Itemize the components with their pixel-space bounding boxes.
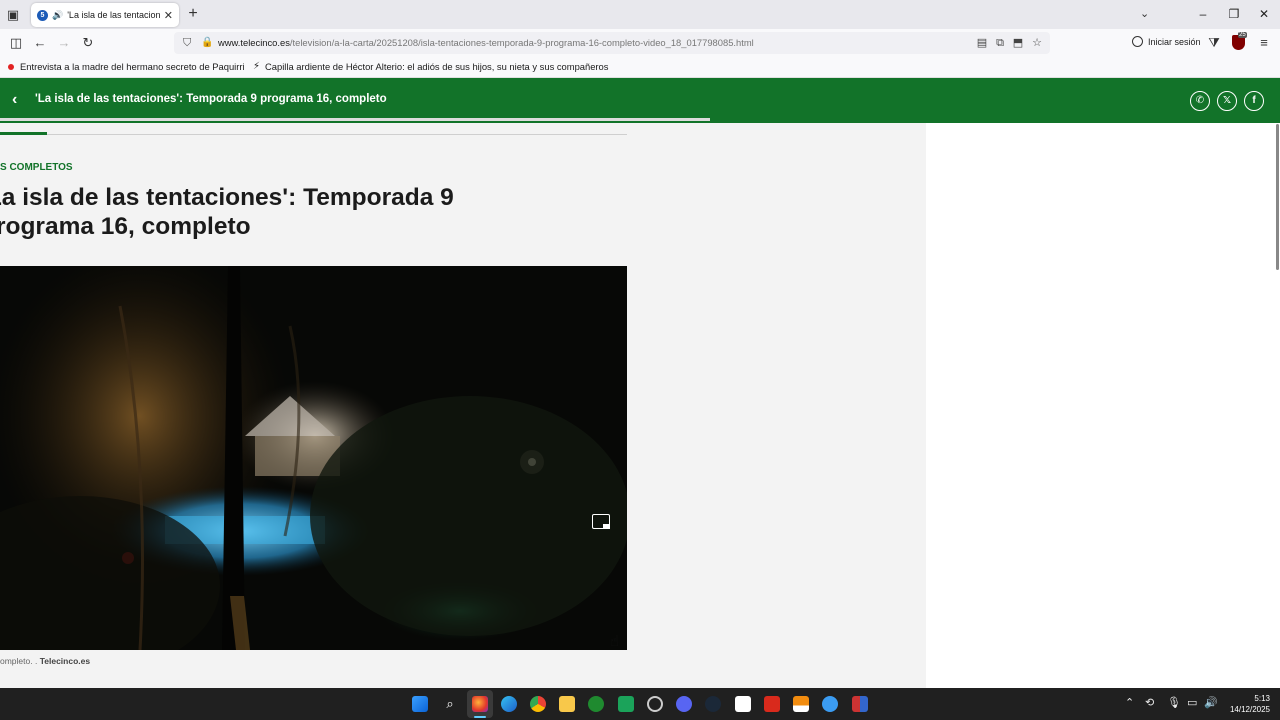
chevron-up-icon[interactable]: ⌃	[1125, 696, 1134, 709]
tracking-shield-icon[interactable]: ⛉	[183, 32, 191, 54]
site-favicon-icon: 5	[37, 9, 48, 21]
xbox-icon[interactable]	[588, 696, 604, 712]
back-icon[interactable]: ←	[31, 34, 49, 52]
bookmark-item[interactable]: Entrevista a la madre del hermano secret…	[8, 61, 245, 72]
file-explorer-icon[interactable]	[559, 696, 575, 712]
video-frame	[0, 266, 627, 650]
bookmarks-toolbar: Entrevista a la madre del hermano secret…	[0, 57, 1280, 78]
account-icon	[1132, 36, 1143, 47]
picture-in-picture-icon[interactable]: ⧉	[992, 32, 1008, 54]
sync-icon[interactable]: ⟲	[1145, 696, 1154, 709]
sign-in-label: Iniciar sesión	[1148, 36, 1201, 47]
lightning-icon: ⚡	[253, 61, 261, 72]
tab-strip: ▣ 5 🔊 'La isla de las tentaciones': Temp…	[0, 0, 1280, 29]
header-title: 'La isla de las tentaciones': Temporada …	[35, 93, 387, 105]
scrollbar[interactable]	[1276, 124, 1279, 270]
tab-list-icon[interactable]: ▣	[5, 7, 21, 23]
article-title: 'La isla de las tentaciones': Temporada …	[0, 184, 454, 240]
android-icon[interactable]	[618, 696, 634, 712]
lock-icon[interactable]: 🔒	[201, 32, 213, 54]
capcut-icon[interactable]	[735, 696, 751, 712]
save-to-pocket-icon[interactable]: ⬒	[1010, 32, 1026, 54]
section-divider	[0, 134, 627, 135]
edge-icon[interactable]	[501, 696, 517, 712]
forward-icon[interactable]: →	[55, 34, 73, 52]
bookmark-label: Entrevista a la madre del hermano secret…	[20, 61, 245, 72]
right-sidebar	[926, 123, 1280, 688]
chrome-icon[interactable]	[530, 696, 546, 712]
video-caption: ompleto. . Telecinco.es	[0, 656, 90, 666]
x-share-icon[interactable]: 𝕏	[1217, 91, 1237, 111]
extensions-icon[interactable]: ⧩	[1205, 34, 1223, 52]
reading-progress-bar	[0, 118, 710, 121]
windows-start-icon[interactable]	[412, 696, 428, 712]
caption-source: Telecinco.es	[39, 656, 91, 666]
new-tab-icon[interactable]: +	[185, 6, 201, 22]
navigation-toolbar: ◫ ← → ↻ ⛉ 🔒 www.telecinco.es/television/…	[0, 29, 1280, 57]
network-icon[interactable]: ▭	[1187, 696, 1197, 709]
facebook-share-icon[interactable]: f	[1244, 91, 1264, 111]
close-window-icon[interactable]: ✕	[1256, 6, 1272, 22]
pdf-reader-icon[interactable]	[764, 696, 780, 712]
hand-cursor-icon: ☝	[610, 633, 620, 650]
clock-date: 14/12/2025	[1229, 705, 1270, 714]
microphone-icon[interactable]: 🎙	[1167, 696, 1181, 709]
reload-icon[interactable]: ↻	[79, 34, 97, 52]
back-arrow-icon[interactable]: ‹	[12, 91, 17, 109]
sidebar-toggle-icon[interactable]: ◫	[7, 34, 25, 52]
menu-icon[interactable]: ≡	[1255, 34, 1273, 52]
site-header: ‹ 'La isla de las tentaciones': Temporad…	[0, 78, 1280, 123]
system-clock[interactable]: 5:13 14/12/2025	[1224, 693, 1270, 715]
obs-icon[interactable]	[647, 696, 663, 712]
restore-icon[interactable]: ❐	[1226, 6, 1242, 22]
lightning-app-icon[interactable]	[822, 696, 838, 712]
steam-icon[interactable]	[705, 696, 721, 712]
active-app-indicator	[474, 716, 486, 718]
sign-in-button[interactable]: Iniciar sesión	[1132, 36, 1201, 47]
discord-icon[interactable]	[676, 696, 692, 712]
active-tab[interactable]: 5 🔊 'La isla de las tentaciones': Tempor…	[31, 3, 179, 27]
reader-view-icon[interactable]: ▤	[974, 32, 990, 54]
active-section-indicator	[0, 132, 47, 135]
bookmark-star-icon[interactable]: ☆	[1029, 32, 1045, 54]
windows-taskbar: ⌕ ⌃ ⟲ 🎙 ▭ 🔊 5:13 14/12/2025	[0, 688, 1280, 720]
search-icon[interactable]: ⌕	[442, 696, 458, 712]
vlc-icon[interactable]	[793, 696, 809, 712]
tab-title: 'La isla de las tentaciones': Temporada …	[67, 10, 160, 20]
video-player[interactable]	[0, 266, 627, 650]
volume-icon[interactable]: 🔊	[1204, 696, 1218, 709]
url-text[interactable]: www.telecinco.es/television/a-la-carta/2…	[218, 32, 754, 54]
bookmark-item[interactable]: ⚡ Capilla ardiente de Héctor Alterio: el…	[253, 61, 608, 72]
close-tab-icon[interactable]: ✕	[164, 9, 173, 22]
minimize-icon[interactable]: –	[1195, 6, 1211, 22]
caption-text: ompleto. .	[0, 656, 40, 666]
bookmark-label: Capilla ardiente de Héctor Alterio: el a…	[265, 61, 609, 72]
whatsapp-share-icon[interactable]: ✆	[1190, 91, 1210, 111]
expand-video-icon[interactable]	[592, 514, 610, 529]
clock-time: 5:13	[1254, 694, 1270, 703]
url-bar[interactable]: ⛉ 🔒 www.telecinco.es/television/a-la-car…	[174, 32, 1050, 54]
app-icon[interactable]	[852, 696, 868, 712]
chevron-down-icon[interactable]: ⌄	[1140, 7, 1149, 20]
speaker-icon[interactable]: 🔊	[52, 10, 63, 21]
firefox-icon[interactable]	[472, 696, 488, 712]
category-label[interactable]: S COMPLETOS	[0, 162, 73, 173]
red-dot-icon	[8, 63, 14, 70]
blocked-count-badge: 25	[1238, 32, 1247, 38]
ublock-icon[interactable]: 25	[1232, 32, 1247, 50]
